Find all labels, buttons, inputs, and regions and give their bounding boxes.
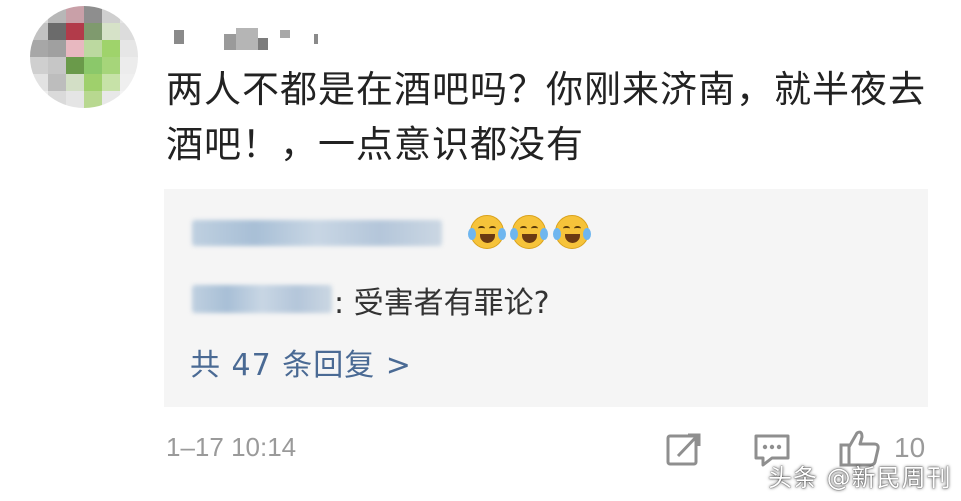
crying-laughing-emoji-icon [510,215,548,249]
reply-2-blurred-username[interactable] [192,285,332,313]
reply-1-blurred-text [192,220,442,246]
share-icon[interactable] [664,432,704,468]
view-more-replies-link[interactable]: 共 47 条回复 > [190,340,412,384]
comment-text: 两人不都是在酒吧吗？你刚来济南，就半夜去酒吧！，一点意识都没有 [166,68,926,166]
source-watermark: 头条 @新民周刊 [768,464,952,492]
reply-2-text: : 受害者有罪论? [334,286,550,321]
username-blurred[interactable] [168,26,328,52]
comment-card: 两人不都是在酒吧吗？你刚来济南，就半夜去酒吧！，一点意识都没有 : 受害者有罪论… [0,0,961,501]
avatar[interactable] [30,6,138,108]
comment-timestamp: 1–17 10:14 [166,432,297,462]
crying-laughing-emoji-icon [468,215,506,249]
crying-laughing-emoji-icon [553,215,591,249]
